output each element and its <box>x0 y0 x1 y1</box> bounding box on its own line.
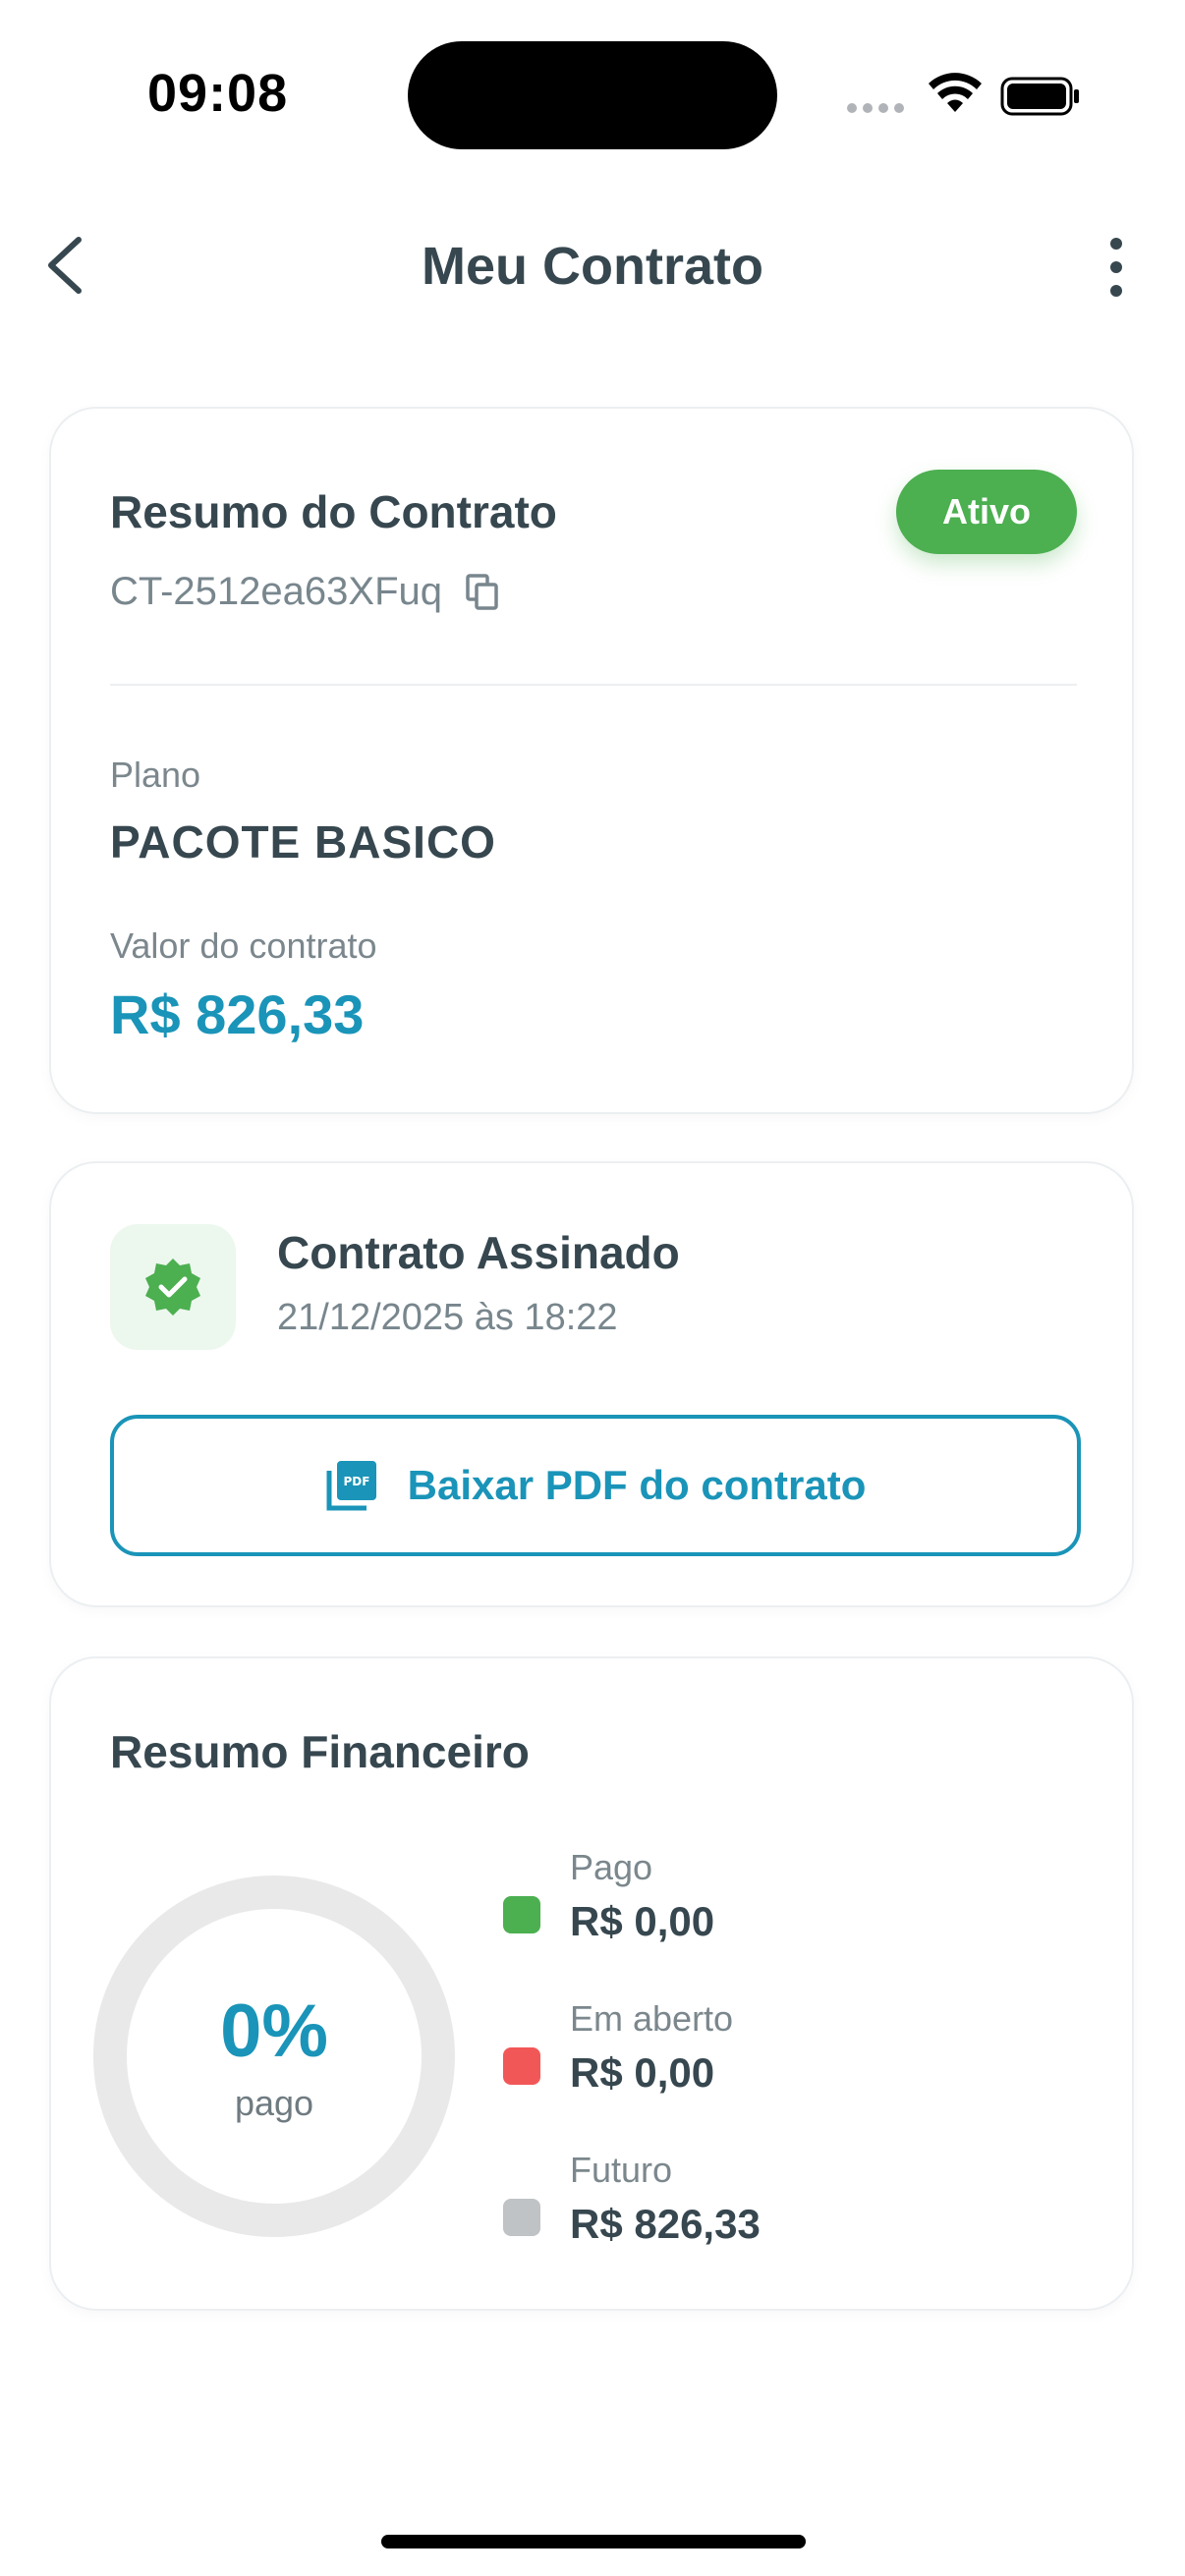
legend-value-future: R$ 826,33 <box>570 2201 761 2247</box>
page-title: Meu Contrato <box>422 237 763 296</box>
signed-icon-container <box>110 1224 236 1350</box>
battery-icon <box>1000 77 1079 116</box>
percent-paid: 0% <box>220 1989 328 2073</box>
contract-value: R$ 826,33 <box>110 983 365 1045</box>
signed-contract-card: Contrato Assinado 21/12/2025 às 18:22 PD… <box>49 1161 1134 1607</box>
wifi-icon <box>929 73 982 112</box>
legend-swatch-paid <box>503 1896 540 1933</box>
finance-title: Resumo Financeiro <box>110 1726 530 1777</box>
percent-caption: pago <box>234 2083 314 2123</box>
contract-id: CT-2512ea63XFuq <box>110 570 443 613</box>
legend-label-open: Em aberto <box>570 1998 734 2039</box>
status-time: 09:08 <box>147 64 289 123</box>
signed-title: Contrato Assinado <box>277 1227 680 1278</box>
verified-badge-icon <box>145 1259 200 1316</box>
legend-swatch-future <box>503 2199 540 2236</box>
download-pdf-label: Baixar PDF do contrato <box>407 1462 867 1508</box>
legend-label-future: Futuro <box>570 2150 673 2190</box>
legend-value-open: R$ 0,00 <box>570 2049 715 2096</box>
legend-value-paid: R$ 0,00 <box>570 1898 715 1944</box>
legend-swatch-open <box>503 2047 540 2085</box>
signed-date: 21/12/2025 às 18:22 <box>277 1297 618 1338</box>
contract-value-label: Valor do contrato <box>110 925 377 966</box>
more-vertical-icon[interactable] <box>1099 236 1134 299</box>
divider <box>110 684 1077 686</box>
pdf-file-icon: PDF <box>326 1461 376 1511</box>
legend-label-paid: Pago <box>570 1847 653 1887</box>
status-badge: Ativo <box>896 470 1077 554</box>
copy-icon[interactable] <box>466 573 499 611</box>
dynamic-island <box>408 41 777 149</box>
cellular-signal-icon <box>847 103 904 113</box>
plan-value: PACOTE BASICO <box>110 816 496 868</box>
app-header: Meu Contrato <box>0 206 1185 324</box>
contract-id-row: CT-2512ea63XFuq <box>110 570 499 614</box>
home-indicator[interactable] <box>381 2535 806 2548</box>
download-pdf-button[interactable]: PDF Baixar PDF do contrato <box>110 1415 1081 1556</box>
contract-summary-card: Resumo do Contrato Ativo CT-2512ea63XFuq… <box>49 407 1134 1114</box>
status-bar: 09:08 <box>0 0 1185 187</box>
financial-summary-card: Resumo Financeiro 0% pago Pago R$ 0,00 E… <box>49 1656 1134 2311</box>
plan-label: Plano <box>110 755 201 795</box>
svg-text:PDF: PDF <box>343 1475 369 1488</box>
summary-title: Resumo do Contrato <box>110 486 557 537</box>
